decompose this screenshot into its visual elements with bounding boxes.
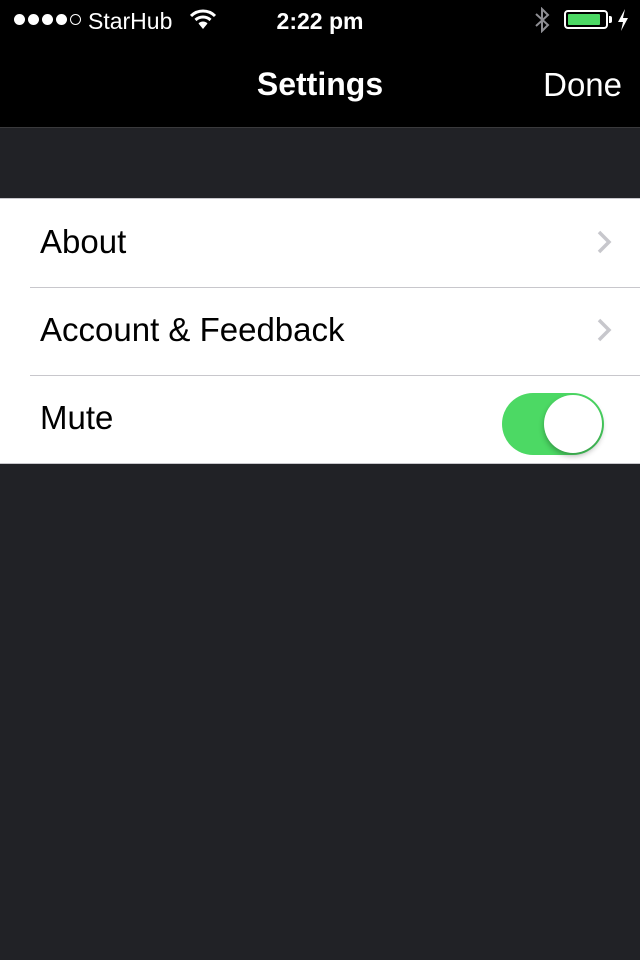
settings-item-account-feedback[interactable]: Account & Feedback	[0, 287, 640, 375]
battery-level	[568, 14, 601, 25]
navigation-bar: Settings Done	[0, 40, 640, 128]
settings-item-label: Account & Feedback	[40, 311, 345, 348]
chevron-right-icon	[596, 317, 612, 348]
done-button[interactable]: Done	[543, 66, 622, 104]
bluetooth-icon	[534, 6, 550, 38]
settings-item-mute: Mute	[0, 375, 640, 463]
battery-tip	[609, 16, 612, 23]
settings-list: About Account & Feedback Mute	[0, 198, 640, 464]
settings-item-about[interactable]: About	[0, 199, 640, 287]
mute-toggle[interactable]	[502, 393, 604, 455]
charging-bolt-icon	[617, 8, 629, 37]
settings-item-label: About	[40, 223, 127, 260]
toggle-knob	[544, 395, 602, 453]
chevron-right-icon	[596, 229, 612, 260]
status-bar: StarHub 2:22 pm	[0, 0, 640, 40]
settings-item-label: Mute	[40, 399, 114, 436]
battery-icon	[564, 10, 608, 29]
